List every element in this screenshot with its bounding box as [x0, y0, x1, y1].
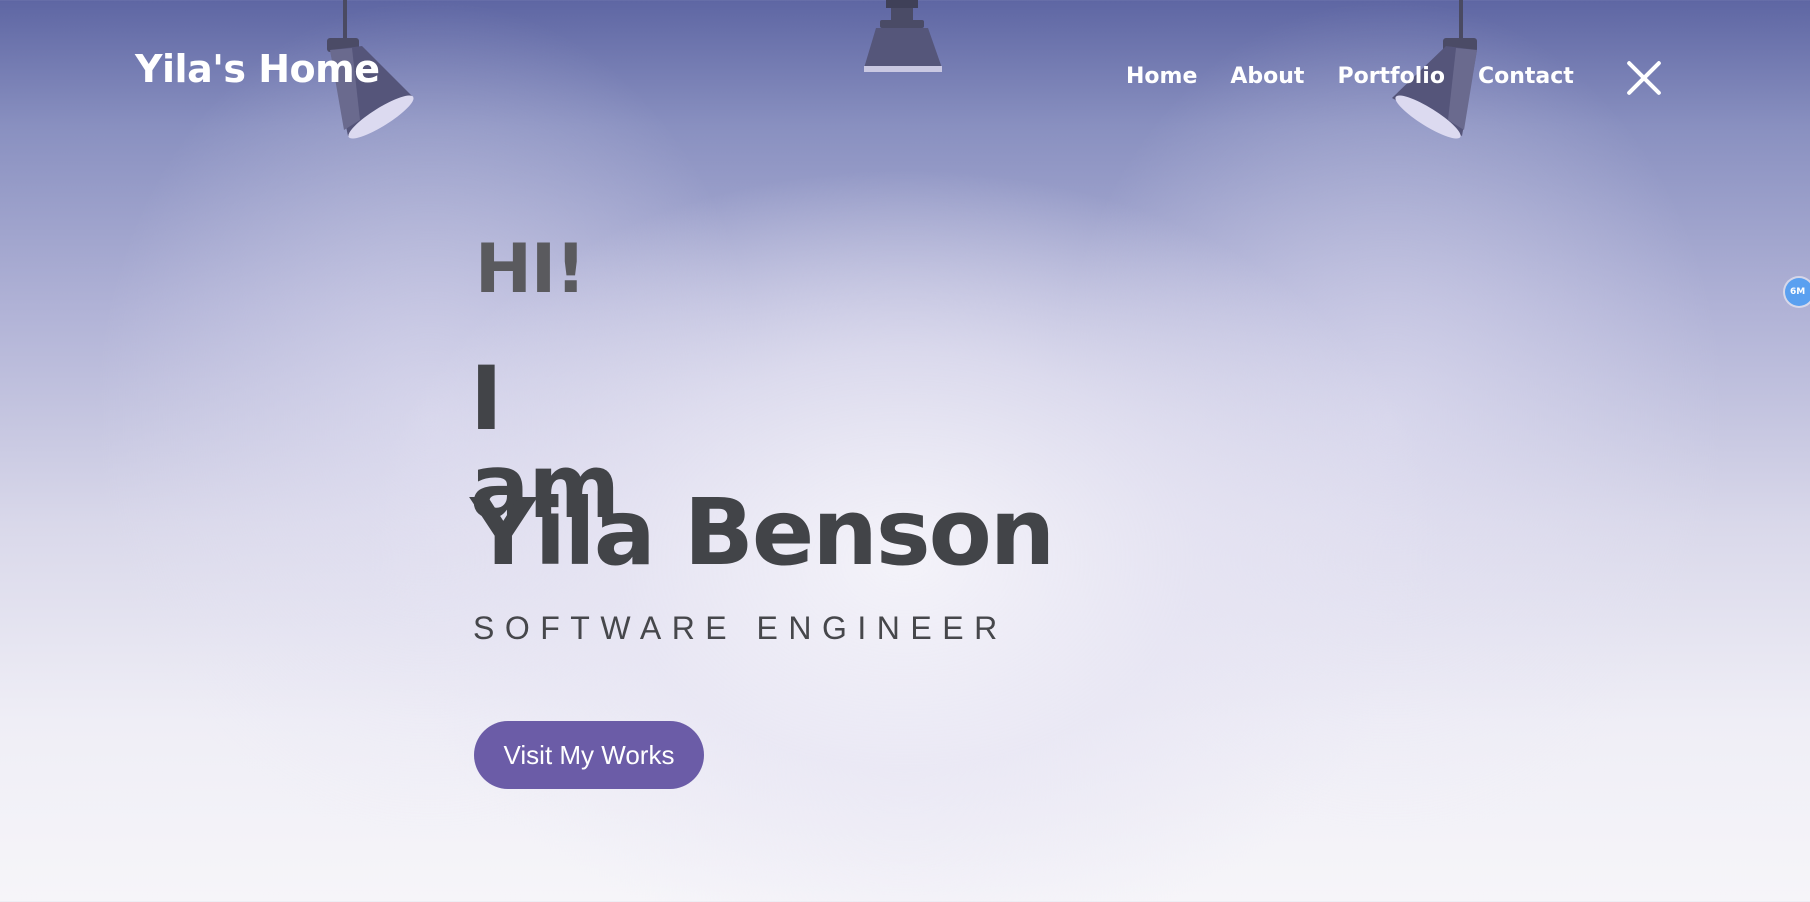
- hero-role: SOFTWARE ENGINEER: [473, 610, 1008, 646]
- nav-link-home[interactable]: Home: [1126, 66, 1197, 88]
- hero-name: Yila Benson: [470, 479, 1055, 586]
- nav-link-portfolio[interactable]: Portfolio: [1337, 66, 1445, 88]
- nav-link-contact[interactable]: Contact: [1478, 66, 1574, 88]
- nav-link-about[interactable]: About: [1230, 66, 1304, 88]
- hero-greeting: HI!: [475, 230, 586, 309]
- site-logo[interactable]: Yila's Home: [135, 50, 380, 88]
- close-icon[interactable]: [1624, 58, 1664, 98]
- floating-badge[interactable]: 6M: [1785, 278, 1810, 306]
- visit-my-works-button[interactable]: Visit My Works: [474, 721, 704, 789]
- nav-menu: Home About Portfolio Contact: [1126, 66, 1574, 88]
- top-navigation: Yila's Home Home About Portfolio Contact: [0, 0, 1810, 160]
